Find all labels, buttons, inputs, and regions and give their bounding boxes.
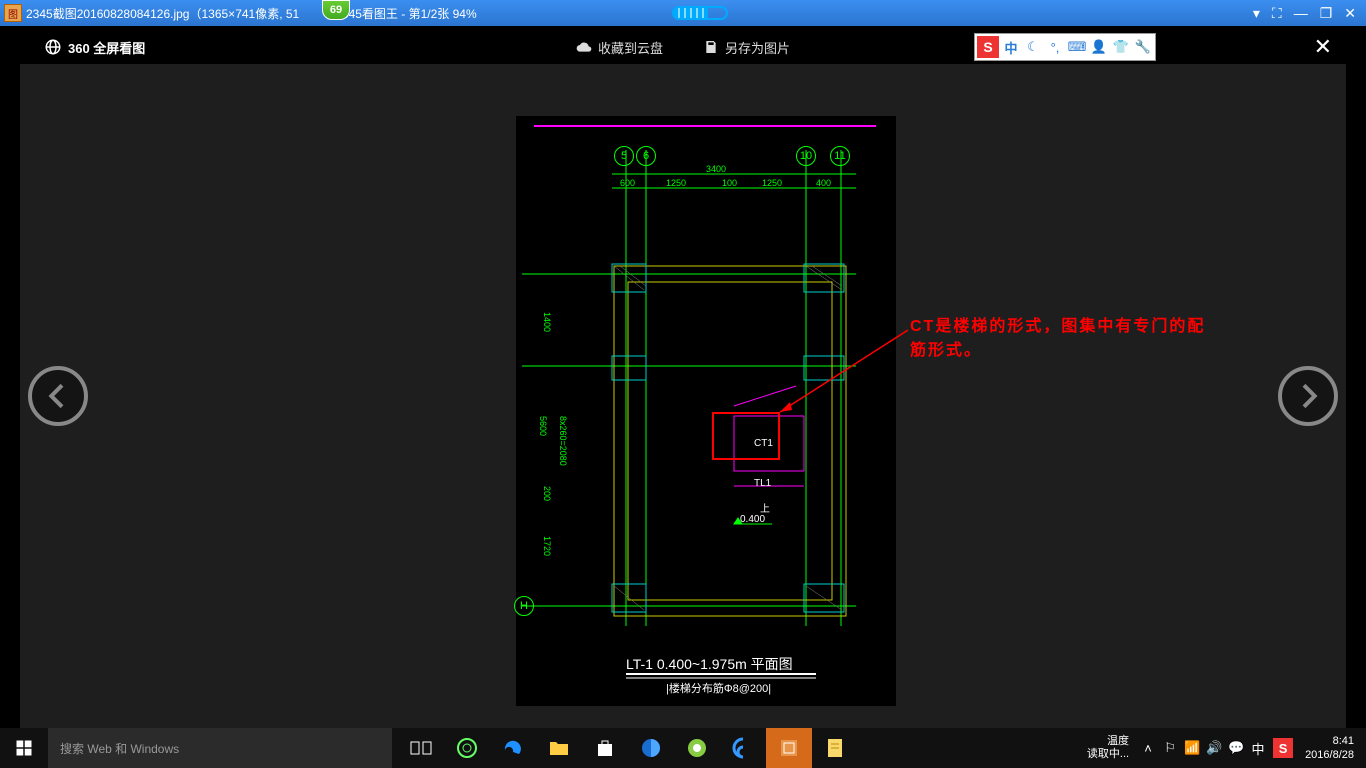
tray-time: 8:41 xyxy=(1305,734,1354,748)
dim-t3: 100 xyxy=(722,178,737,188)
app-gjt-icon[interactable] xyxy=(766,728,812,768)
ime-punct-icon[interactable]: °, xyxy=(1045,37,1065,57)
cad-svg xyxy=(516,116,896,706)
grid-mark-11: 11 xyxy=(830,146,850,166)
grid-mark-10: 10 xyxy=(796,146,816,166)
tray-wifi-icon[interactable]: 📶 xyxy=(1181,728,1203,768)
tray-volume-icon[interactable]: 🔊 xyxy=(1203,728,1225,768)
viewer-toolbar: 360 全屏看图 收藏到云盘 另存为图片 S 中 ☾ °, ⌨ 👤 👕 🔧 ✕ xyxy=(20,30,1346,64)
globe-icon xyxy=(44,38,62,56)
ime-keyboard-icon[interactable]: ⌨ xyxy=(1067,37,1087,57)
annotation-text: CT是楼梯的形式，图集中有专门的配 筋形式。 xyxy=(910,315,1290,363)
app-store-icon[interactable] xyxy=(582,728,628,768)
drawing-subtitle: |楼梯分布筋Φ8@200| xyxy=(666,680,771,696)
dim-l4: 200 xyxy=(542,486,552,501)
annotation-line2: 筋形式。 xyxy=(910,339,1290,363)
ime-logo-icon[interactable]: S xyxy=(977,36,999,58)
app-notes-icon[interactable] xyxy=(812,728,858,768)
search-placeholder: 搜索 Web 和 Windows xyxy=(60,740,179,757)
ime-moon-icon[interactable]: ☾ xyxy=(1023,37,1043,57)
app-360-icon[interactable] xyxy=(444,728,490,768)
tray-status[interactable]: 温度 读取中... xyxy=(1087,735,1129,761)
save-cloud-label: 收藏到云盘 xyxy=(598,38,663,57)
system-tray: 温度 读取中... ˄ ⚐ 📶 🔊 💬 中 S 8:41 2016/8/28 xyxy=(1087,728,1366,768)
grid-mark-5: 5 xyxy=(614,146,634,166)
title-details: （1365×741像素, 51 xyxy=(189,5,299,22)
dim-t2: 1250 xyxy=(666,178,686,188)
title-app: 2345看图王 - 第1/2张 94% xyxy=(335,5,476,22)
label-tl1: TL1 xyxy=(754,478,771,489)
close-button[interactable]: ✕ xyxy=(1344,5,1356,22)
tray-notif-icon[interactable]: 💬 xyxy=(1225,728,1247,768)
save-cloud-button[interactable]: 收藏到云盘 xyxy=(576,38,663,57)
tray-sogou-icon[interactable]: S xyxy=(1273,738,1293,758)
title-filename: 2345截图20160828084126.jpg xyxy=(26,5,189,22)
dim-total: 3400 xyxy=(706,164,726,174)
viewer-logo: 360 全屏看图 xyxy=(44,38,145,57)
app-browser-icon[interactable] xyxy=(628,728,674,768)
cloud-icon xyxy=(576,39,592,55)
ime-skin-icon[interactable]: 👕 xyxy=(1111,37,1131,57)
dim-l2: 8x260=2080 xyxy=(558,416,568,466)
arrow-right-icon xyxy=(1292,380,1324,412)
dim-l1: 1400 xyxy=(542,312,552,332)
label-shang: 上 xyxy=(760,500,770,515)
windows-icon xyxy=(15,739,33,757)
ime-wrench-icon[interactable]: 🔧 xyxy=(1133,37,1153,57)
annotation-box xyxy=(712,412,780,460)
viewer-close-button[interactable]: ✕ xyxy=(1314,34,1332,60)
app-swirl-icon[interactable] xyxy=(720,728,766,768)
app-360se-icon[interactable] xyxy=(674,728,720,768)
annotation-line1: CT是楼梯的形式，图集中有专门的配 xyxy=(910,315,1290,339)
dim-l3: 5600 xyxy=(538,416,548,436)
tray-status-bottom: 读取中... xyxy=(1087,748,1129,761)
drawing-title: LT-1 0.400~1.975m 平面图 xyxy=(626,654,793,674)
dim-t1: 600 xyxy=(620,178,635,188)
prev-image-button[interactable] xyxy=(28,366,88,426)
label-level: 0.400 xyxy=(740,514,765,525)
ime-user-icon[interactable]: 👤 xyxy=(1089,37,1109,57)
cad-drawing: 5 6 10 11 H 3400 600 1250 100 1250 400 1… xyxy=(516,116,896,706)
tray-clock[interactable]: 8:41 2016/8/28 xyxy=(1297,734,1362,763)
taskview-icon[interactable] xyxy=(398,728,444,768)
tray-lang-icon[interactable]: 中 xyxy=(1247,728,1269,768)
window-controls: ▾ ⛶ — ❐ ✕ xyxy=(1243,0,1366,26)
tray-flag-icon[interactable]: ⚐ xyxy=(1159,728,1181,768)
dim-t4: 1250 xyxy=(762,178,782,188)
next-image-button[interactable] xyxy=(1278,366,1338,426)
fps-badge: 69 xyxy=(322,0,350,20)
dim-l5: 1720 xyxy=(542,536,552,556)
taskbar: 搜索 Web 和 Windows 温度 读取中... ˄ ⚐ 📶 🔊 💬 中 S… xyxy=(0,728,1366,768)
progress-indicator xyxy=(672,6,728,20)
app-edge-icon[interactable] xyxy=(490,728,536,768)
app-explorer-icon[interactable] xyxy=(536,728,582,768)
taskbar-search[interactable]: 搜索 Web 和 Windows xyxy=(48,728,392,768)
fullscreen-button[interactable]: ⛶ xyxy=(1272,5,1282,22)
arrow-left-icon xyxy=(42,380,74,412)
dim-t5: 400 xyxy=(816,178,831,188)
grid-mark-H: H xyxy=(514,596,534,616)
save-as-label: 另存为图片 xyxy=(725,38,790,57)
window-titlebar: 图 2345截图20160828084126.jpg （1365×741像素, … xyxy=(0,0,1366,26)
minimize-button[interactable]: — xyxy=(1294,5,1308,21)
save-icon xyxy=(703,39,719,55)
viewer-logo-text: 360 全屏看图 xyxy=(68,38,145,57)
taskbar-apps xyxy=(398,728,858,768)
ime-lang-icon[interactable]: 中 xyxy=(1001,37,1021,57)
maximize-button[interactable]: ❐ xyxy=(1320,5,1333,22)
tray-status-top: 温度 xyxy=(1087,735,1129,748)
ime-toolbar[interactable]: S 中 ☾ °, ⌨ 👤 👕 🔧 xyxy=(974,33,1156,61)
dropdown-button[interactable]: ▾ xyxy=(1253,5,1260,22)
tray-date: 2016/8/28 xyxy=(1305,748,1354,762)
tray-chevron-icon[interactable]: ˄ xyxy=(1137,728,1159,768)
app-icon: 图 xyxy=(4,4,22,22)
grid-mark-6: 6 xyxy=(636,146,656,166)
start-button[interactable] xyxy=(0,728,48,768)
image-viewport: 5 6 10 11 H 3400 600 1250 100 1250 400 1… xyxy=(20,64,1346,728)
save-as-button[interactable]: 另存为图片 xyxy=(703,38,790,57)
